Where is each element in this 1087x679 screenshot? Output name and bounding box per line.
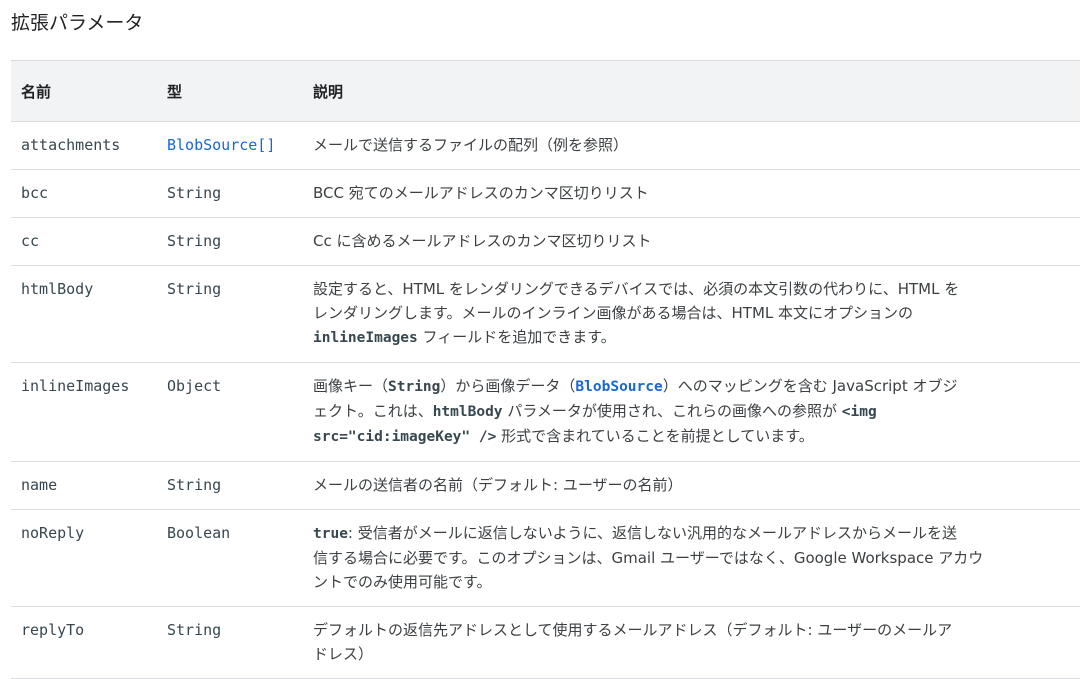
description-line: メールの送信者の名前（デフォルト: ユーザーの名前）	[313, 476, 683, 494]
param-description: Cc に含めるメールアドレスのカンマ区切りリスト	[303, 217, 1080, 266]
description-text: : 受信者がメールに返信しないように、返信しない汎用的なメールアドレスからメール…	[347, 524, 957, 542]
table-row: inlineImages Object 画像キー（String）から画像データ（…	[11, 362, 1080, 462]
param-description: 設定すると、HTML をレンダリングできるデバイスでは、必須の本文引数の代わりに…	[303, 265, 1080, 363]
param-type: String	[157, 461, 303, 510]
description-line: BCC 宛てのメールアドレスのカンマ区切りリスト	[313, 184, 649, 202]
description-line: inlineImages フィールドを追加できます。	[313, 325, 1070, 350]
description-text: 画像キー（	[313, 377, 389, 395]
param-description: メールで送信するファイルの配列（例を参照）	[303, 121, 1080, 170]
description-line: デフォルトの返信先アドレスとして使用するメールアドレス（デフォルト: ユーザーの…	[313, 621, 953, 639]
description-line: レンダリングします。メールのインライン画像がある場合は、HTML 本文にオプショ…	[313, 304, 914, 322]
inline-code: src="cid:imageKey" />	[313, 429, 497, 445]
param-description: デフォルトの返信先アドレスとして使用するメールアドレス（デフォルト: ユーザーの…	[303, 606, 1080, 679]
inline-code: htmlBody	[432, 404, 503, 420]
param-name: name	[11, 461, 157, 510]
header-type: 型	[157, 60, 303, 122]
param-description: true: 受信者がメールに返信しないように、返信しない汎用的なメールアドレスか…	[303, 509, 1080, 607]
description-line: ドレス）	[313, 645, 374, 663]
description-text: ）から画像データ（	[440, 377, 576, 395]
description-line: src="cid:imageKey" /> 形式で含まれていることを前提としてい…	[313, 424, 1070, 449]
description-text: ）へのマッピングを含む JavaScript オブジ	[662, 377, 958, 395]
description-text: パラメータが使用され、これらの画像への参照が	[502, 402, 842, 420]
param-type: Boolean	[157, 509, 303, 607]
inline-code: inlineImages	[313, 330, 418, 346]
description-line: 信する場合に必要です。このオプションは、Gmail ユーザーではなく、Googl…	[313, 549, 984, 567]
param-name: inlineImages	[11, 362, 157, 462]
description-line: ェクト。これは、htmlBody パラメータが使用され、これらの画像への参照が …	[313, 399, 1070, 424]
param-description: メールの送信者の名前（デフォルト: ユーザーの名前）	[303, 461, 1080, 510]
description-text: ェクト。これは、	[313, 402, 433, 420]
param-name: htmlBody	[11, 265, 157, 363]
parameters-table: 名前 型 説明 attachments BlobSource[] メールで送信す…	[11, 60, 1080, 679]
section-title: 拡張パラメータ	[11, 12, 144, 34]
page: 拡張パラメータ 名前 型 説明 attachments BlobSource[]…	[0, 0, 1087, 679]
param-name: cc	[11, 217, 157, 266]
description-text: 形式で含まれていることを前提としています。	[496, 427, 814, 445]
param-name: replyTo	[11, 606, 157, 679]
param-name: noReply	[11, 509, 157, 607]
description-line: ントでのみ使用可能です。	[313, 573, 492, 591]
table-row: replyTo String デフォルトの返信先アドレスとして使用するメールアド…	[11, 606, 1080, 679]
table-row: cc String Cc に含めるメールアドレスのカンマ区切りリスト	[11, 217, 1080, 266]
param-type: BlobSource[]	[157, 121, 303, 170]
param-type: Object	[157, 362, 303, 462]
header-description: 説明	[303, 60, 1080, 122]
description-line: true: 受信者がメールに返信しないように、返信しない汎用的なメールアドレスか…	[313, 521, 1070, 546]
table-row: htmlBody String 設定すると、HTML をレンダリングできるデバイ…	[11, 265, 1080, 363]
table-header-row: 名前 型 説明	[11, 60, 1080, 122]
description-line: Cc に含めるメールアドレスのカンマ区切りリスト	[313, 232, 652, 250]
blobsource-link[interactable]: BlobSource	[575, 379, 662, 395]
description-line: 画像キー（String）から画像データ（BlobSource）へのマッピングを含…	[313, 374, 1070, 399]
param-description: BCC 宛てのメールアドレスのカンマ区切りリスト	[303, 169, 1080, 218]
param-type: String	[157, 169, 303, 218]
table-row: noReply Boolean true: 受信者がメールに返信しないように、返…	[11, 509, 1080, 607]
header-name: 名前	[11, 60, 157, 122]
table-row: name String メールの送信者の名前（デフォルト: ユーザーの名前）	[11, 461, 1080, 510]
param-name: bcc	[11, 169, 157, 218]
param-type: String	[157, 217, 303, 266]
inline-code: <img	[841, 404, 877, 420]
param-type: String	[157, 606, 303, 679]
inline-code: String	[388, 379, 441, 395]
param-type: String	[157, 265, 303, 363]
blobsource-array-link[interactable]: BlobSource[]	[167, 136, 275, 154]
inline-code: true	[313, 526, 348, 542]
description-line: 設定すると、HTML をレンダリングできるデバイスでは、必須の本文引数の代わりに…	[313, 280, 960, 298]
description-text: フィールドを追加できます。	[422, 328, 616, 346]
description-line: メールで送信するファイルの配列（例を参照）	[313, 136, 629, 154]
table-row: bcc String BCC 宛てのメールアドレスのカンマ区切りリスト	[11, 169, 1080, 218]
table-row: attachments BlobSource[] メールで送信するファイルの配列…	[11, 121, 1080, 170]
param-description: 画像キー（String）から画像データ（BlobSource）へのマッピングを含…	[303, 362, 1080, 462]
param-name: attachments	[11, 121, 157, 170]
